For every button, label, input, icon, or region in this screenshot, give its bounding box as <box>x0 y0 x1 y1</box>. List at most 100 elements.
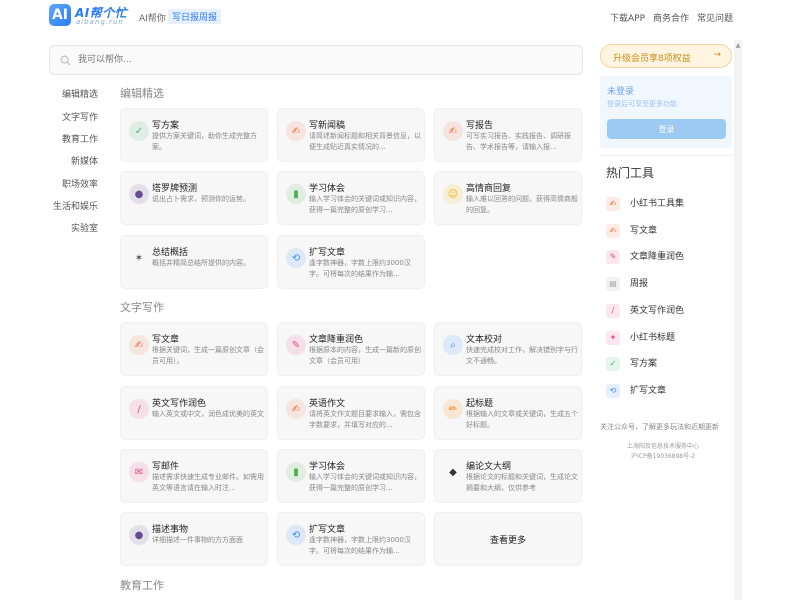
tool-card[interactable]: ✉ 写邮件 描述需求快速生成专业邮件。如需用英文等语言请在输入时注... <box>120 449 268 503</box>
section-title-editor: 编辑精选 <box>120 87 164 100</box>
tool-card-description: 请将英文作文题目要求输入，需包含字数要求，并填写对应的... <box>309 410 421 429</box>
tool-card-description: 输入学习体会的关键词或知识内容，获得一篇完整的原创学习... <box>309 473 421 492</box>
pen-icon: ✍ <box>606 196 620 211</box>
tool-card[interactable]: ✶ 总结概括 概括并精简总结所提供的内容。 <box>120 235 268 289</box>
pen-icon: ✍ <box>129 335 149 355</box>
tool-card-description: 输入学习体会的关键词或知识内容，获得一篇完整的原创学习... <box>309 195 421 214</box>
tool-card-description: 概括并精简总结所提供的内容。 <box>152 259 250 267</box>
leftnav-item[interactable]: 实验室 <box>71 221 98 234</box>
company-name: 上海阳及信息技术服务中心 <box>627 443 700 450</box>
faq-link[interactable]: 常见问题 <box>697 11 733 24</box>
books-icon: ▮ <box>286 184 306 204</box>
logo-badge-icon: AI <box>49 4 71 26</box>
tool-card[interactable]: / 英文写作润色 输入英文或中文，润色成优美的英文 <box>120 386 268 440</box>
tool-card[interactable]: ✎ 文章降重润色 根据原本的内容，生成一篇新的原创文章（会员可用） <box>277 322 425 376</box>
tool-card[interactable]: ✓ 写方案 提供方案关键词，助你生成完整方案。 <box>120 108 268 162</box>
top-header: AI AI帮个忙 aibang.run AI帮你 写日报周报 下载APP 商务合… <box>0 0 800 32</box>
tool-card[interactable]: ☺ 高情商回复 输入难以回答的问题，获得高情商般的回复。 <box>434 171 582 225</box>
hot-tool-item[interactable]: ✍ 写文章 <box>606 223 657 238</box>
hot-tool-item[interactable]: ▤ 周报 <box>606 276 648 291</box>
tool-card-description: 说出占卜需求，预测你的运势。 <box>152 195 250 203</box>
tool-card[interactable]: ● 塔罗牌预测 说出占卜需求，预测你的运势。 <box>120 171 268 225</box>
hot-tool-label: 英文写作润色 <box>630 306 685 316</box>
scrollbar[interactable] <box>734 40 742 600</box>
document-edit-icon: ✎ <box>286 335 306 355</box>
tool-card-description: 根据论文的标题和关键词，生成论文摘要和大纲，仅供参考 <box>466 473 578 492</box>
tool-card-title: 起标题 <box>466 399 494 409</box>
crystal-ball-icon: ● <box>129 184 149 204</box>
tool-card-title: 写方案 <box>152 121 180 131</box>
tool-card[interactable]: ⌕ 文本校对 快速完成校对工作，解决错别字与行文不通畅。 <box>434 322 582 376</box>
section-title-education: 教育工作 <box>120 579 164 592</box>
tool-card[interactable]: ▮ 学习体会 输入学习体会的关键词或知识内容，获得一篇完整的原创学习... <box>277 449 425 503</box>
tool-card-title: 塔罗牌预测 <box>152 184 198 194</box>
leftnav-item[interactable]: 文字写作 <box>62 110 98 123</box>
search-input[interactable] <box>78 52 568 68</box>
hot-tool-label: 写方案 <box>630 359 658 369</box>
tool-card-description: 可写实习报告、实践报告、调研报告、学术报告等，请输入报... <box>466 132 571 151</box>
tool-card[interactable]: ✍ 写新闻稿 请简述新闻标题和相关背景信息，以便生成贴近真实情况的... <box>277 108 425 162</box>
tool-card-title: 学习体会 <box>309 462 346 472</box>
tool-card-description: 描述需求快速生成专业邮件。如需用英文等语言请在输入时注... <box>152 473 264 492</box>
clipboard-icon: ▤ <box>606 276 620 291</box>
smile-icon: ☺ <box>443 184 463 204</box>
leftnav-item[interactable]: 职场效率 <box>62 177 98 190</box>
view-more-button[interactable]: 查看更多 <box>434 512 582 566</box>
tool-card-description: 输入难以回答的问题，获得高情商般的回复。 <box>466 195 578 214</box>
hot-tool-item[interactable]: ⟲ 扩写文章 <box>606 383 666 398</box>
leftnav-item[interactable]: 新媒体 <box>71 154 98 167</box>
hot-tool-item[interactable]: ✍ 小红书工具集 <box>606 196 684 211</box>
tool-card[interactable]: ✍ 英语作文 请将英文作文题目要求输入，需包含字数要求，并填写对应的... <box>277 386 425 440</box>
pin-icon: ✦ <box>606 330 620 345</box>
tool-card[interactable]: ✍ 写报告 可写实习报告、实践报告、调研报告、学术报告等，请输入报... <box>434 108 582 162</box>
follow-notice: 关注公众号，了解更多玩法和近期更新 <box>600 423 719 431</box>
search-bar[interactable] <box>49 45 583 75</box>
sidebar-divider <box>600 155 732 156</box>
pen-icon: ✍ <box>286 399 306 419</box>
document-check-icon: ✓ <box>606 356 620 371</box>
tool-card-description: 提供方案关键词，助你生成完整方案。 <box>152 132 257 151</box>
tool-card-title: 英文写作润色 <box>152 399 207 409</box>
tool-card[interactable]: ✏ 起标题 根据输入的文章或关键词，生成五个好标题。 <box>434 386 582 440</box>
leftnav-item[interactable]: 教育工作 <box>62 132 98 145</box>
hot-tools-title: 热门工具 <box>606 166 655 180</box>
tool-card[interactable]: ⟲ 扩写文章 逢字数神器，字数上限约3000汉字。可将每次的结果作为输... <box>277 512 425 566</box>
hot-tool-item[interactable]: / 英文写作润色 <box>606 303 684 318</box>
hot-tool-item[interactable]: ✦ 小红书标题 <box>606 330 675 345</box>
icp-record[interactable]: 沪ICP备19036898号-2 <box>631 451 695 460</box>
hot-tool-item[interactable]: ✎ 文章降重润色 <box>606 249 684 264</box>
tool-card-title: 写邮件 <box>152 462 180 472</box>
tool-card[interactable]: ● 描述事物 详细描述一件事物的方方面面 <box>120 512 268 566</box>
expand-icon: ⟲ <box>286 248 306 268</box>
hot-tool-label: 周报 <box>630 279 649 289</box>
site-logo[interactable]: AI AI帮个忙 aibang.run <box>49 4 127 28</box>
books-icon: ▮ <box>286 462 306 482</box>
document-check-icon: ✓ <box>129 121 149 141</box>
tool-card[interactable]: ⟲ 扩写文章 逢字数神器，字数上限约3000汉字。可将每次的结果作为输... <box>277 235 425 289</box>
scroll-up-icon[interactable]: ▲ <box>734 42 742 50</box>
pencil-icon: ✏ <box>443 399 463 419</box>
upgrade-label: 升级会员享8项权益 <box>613 54 691 64</box>
telescope-icon: ✶ <box>134 252 144 264</box>
tool-card-title: 扩写文章 <box>309 248 346 258</box>
download-app-link[interactable]: 下载APP <box>610 11 645 24</box>
tool-card-title: 学习体会 <box>309 184 346 194</box>
tool-card[interactable]: ◆ 编论文大纲 根据论文的标题和关键词，生成论文摘要和大纲，仅供参考 <box>434 449 582 503</box>
login-status: 未登录 <box>607 87 635 97</box>
tool-card-title: 高情商回复 <box>466 184 512 194</box>
leftnav-item[interactable]: 编辑精选 <box>62 87 98 100</box>
section-title-writing: 文字写作 <box>120 301 164 314</box>
upgrade-member-button[interactable]: 升级会员享8项权益 → <box>600 44 732 68</box>
login-button[interactable]: 登录 <box>607 119 726 139</box>
nav-current-tool[interactable]: 写日报周报 <box>168 9 222 24</box>
tool-card-title: 描述事物 <box>152 525 189 535</box>
leftnav-item[interactable]: 生活和娱乐 <box>53 199 98 212</box>
nav-ai-help[interactable]: AI帮你 <box>139 11 166 24</box>
business-link[interactable]: 商务合作 <box>653 11 689 24</box>
hot-tool-item[interactable]: ✓ 写方案 <box>606 356 657 371</box>
detective-icon: ● <box>129 525 149 545</box>
tool-card-description: 逢字数神器，字数上限约3000汉字。可将每次的结果作为输... <box>309 259 411 278</box>
tool-card[interactable]: ✍ 写文章 根据关键词，生成一篇原创文章（会员可用）。 <box>120 322 268 376</box>
tool-card-description: 根据关键词，生成一篇原创文章（会员可用）。 <box>152 346 264 365</box>
tool-card[interactable]: ▮ 学习体会 输入学习体会的关键词或知识内容，获得一篇完整的原创学习... <box>277 171 425 225</box>
